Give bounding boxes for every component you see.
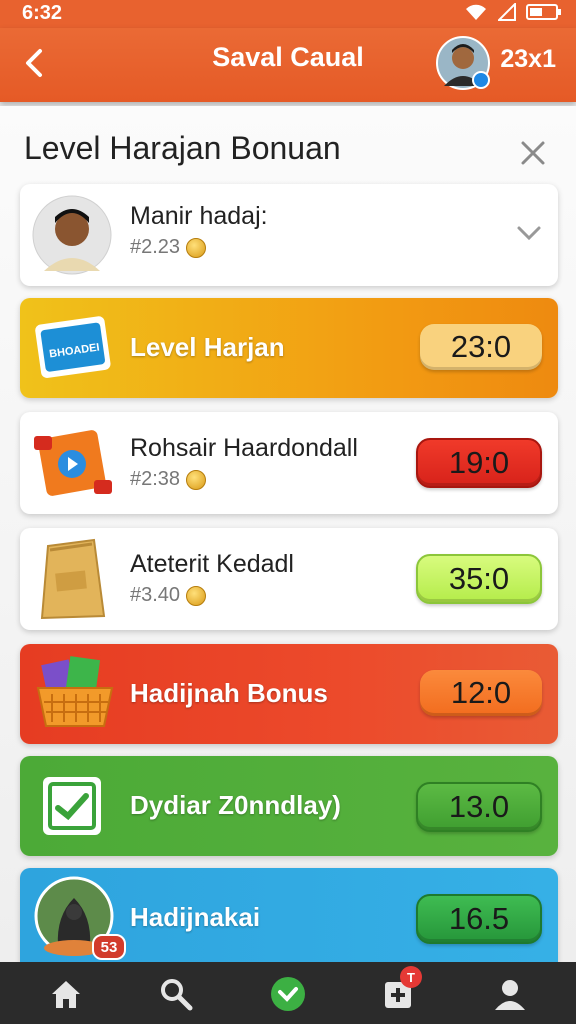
profile-icon[interactable]: [492, 976, 528, 1012]
search-icon[interactable]: [158, 976, 194, 1012]
status-bar: 6:32: [0, 0, 576, 28]
ateterit-row[interactable]: Ateterit Kedadl #3.40 35:0: [20, 528, 558, 630]
row-name: Hadijnakai: [130, 902, 261, 932]
row-sub: #3.40: [130, 584, 207, 607]
panel-title: Level Harajan Bonuan: [24, 130, 341, 166]
row-code: #3.40: [130, 584, 181, 606]
row-code: #2:38: [130, 468, 181, 490]
dydiar-row[interactable]: Dydiar Z0nndlay) 13.0: [20, 756, 558, 856]
chevron-down-icon[interactable]: [516, 224, 542, 242]
basket-icon: [36, 656, 114, 727]
home-icon[interactable]: [48, 976, 84, 1012]
user-avatar: [32, 195, 112, 275]
battery-icon: [526, 4, 561, 20]
user-name: Manir hadaj:: [130, 202, 268, 230]
bonus-panel: Level Harajan Bonuan Manir hadaj: #2.23 …: [0, 106, 576, 968]
check-box-icon: [43, 777, 101, 835]
close-icon[interactable]: [520, 140, 546, 166]
add-notification-button[interactable]: T: [382, 966, 422, 1012]
header-counter: 23x1: [500, 45, 556, 73]
row-value[interactable]: 12:0: [420, 670, 542, 716]
sack-icon: [40, 538, 106, 620]
row-name: Hadijnah Bonus: [130, 678, 328, 708]
notification-badge: T: [400, 966, 422, 988]
hadijnah-bonus-row[interactable]: Hadijnah Bonus 12:0: [20, 644, 558, 744]
coin-icon: [186, 469, 207, 490]
row-name: Rohsair Haardondall: [130, 434, 358, 462]
check-icon[interactable]: [270, 976, 306, 1012]
row-value[interactable]: 19:0: [416, 438, 542, 488]
row-name: Level Harjan: [130, 332, 285, 362]
level-harjan-row[interactable]: BHOADEI Level Harjan 23:0: [20, 298, 558, 398]
header-avatar[interactable]: [436, 36, 490, 90]
status-time: 6:32: [22, 2, 63, 24]
gift-box-icon: [34, 430, 112, 496]
coin-icon: [186, 237, 207, 258]
row-value[interactable]: 16.5: [416, 894, 542, 944]
user-sub: #2.23: [130, 236, 207, 259]
row-sub: #2:38: [130, 468, 207, 491]
app-bar: Saval Caual 23x1: [0, 28, 576, 102]
row-name: Ateterit Kedadl: [130, 550, 294, 578]
user-code: #2.23: [130, 236, 181, 258]
row-badge: 53: [92, 934, 126, 960]
row-name: Dydiar Z0nndlay): [130, 790, 341, 820]
bottom-nav: T: [0, 962, 576, 1024]
user-card[interactable]: Manir hadaj: #2.23: [20, 184, 558, 286]
row-value[interactable]: 23:0: [420, 324, 542, 370]
row-value[interactable]: 35:0: [416, 554, 542, 604]
rohsair-row[interactable]: Rohsair Haardondall #2:38 19:0: [20, 412, 558, 514]
hadijnakai-row[interactable]: 53 Hadijnakai 16.5: [20, 868, 558, 968]
ticket-icon: BHOADEI: [35, 316, 111, 378]
wifi-icon: [466, 4, 486, 20]
row-value[interactable]: 13.0: [416, 782, 542, 832]
status-icons: [464, 3, 562, 21]
coin-icon: [186, 585, 207, 606]
signal-icon: [498, 3, 516, 21]
avatar-icon: [436, 36, 490, 90]
